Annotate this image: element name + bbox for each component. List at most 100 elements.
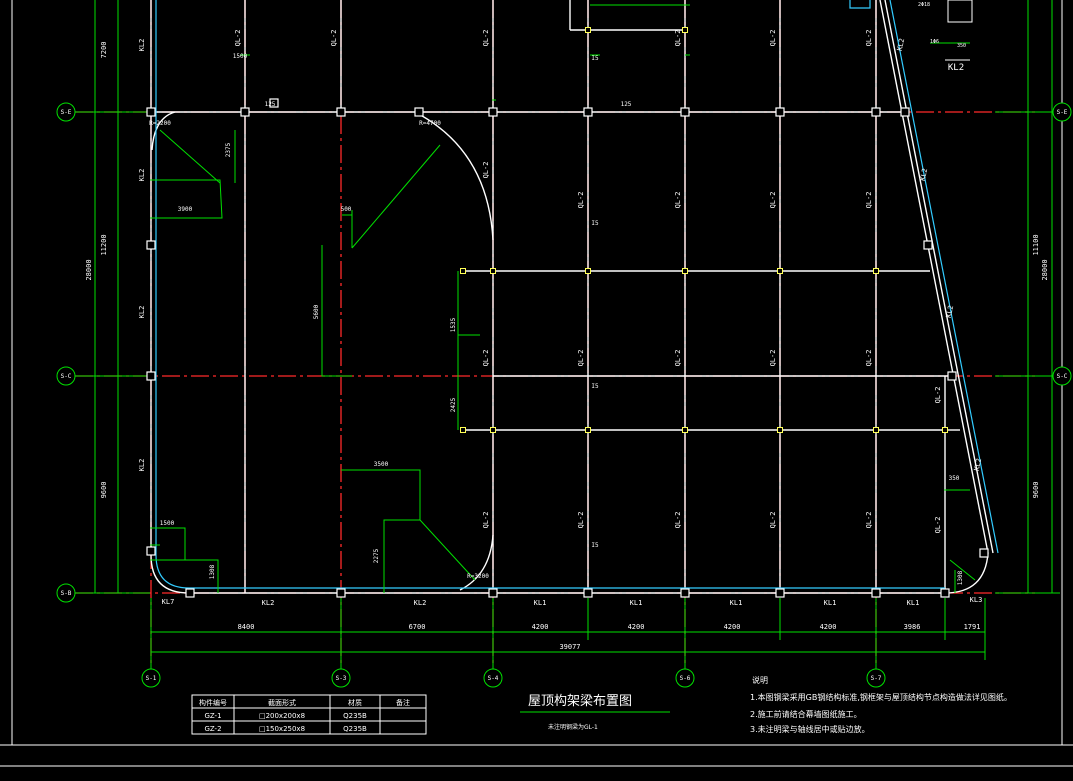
column-node (146, 107, 156, 117)
beam-joint (460, 268, 466, 274)
table-cell: □150x250x8 (259, 725, 305, 733)
dim-bottom-1: 8400 (238, 623, 255, 631)
beam-label-b9: KL3 (970, 596, 983, 604)
column-node (583, 588, 593, 598)
column-node (680, 107, 690, 117)
radius-label: R=4700 (419, 120, 441, 127)
axis-label-col-5: S-7 (871, 675, 882, 682)
detail-dim: 2375 (225, 142, 232, 157)
small-label: I5 (591, 542, 599, 549)
column-node (871, 107, 881, 117)
axis-label-row-3: S-B (61, 590, 72, 597)
dim-total: 39077 (559, 643, 580, 651)
beam-joint (942, 427, 948, 433)
axis-label-row-1: S-E (61, 109, 72, 116)
ql-label: QL-2 (769, 192, 777, 209)
note-line: 2.施工前请结合幕墙图纸施工。 (750, 709, 862, 719)
ql-label: QL-2 (482, 512, 490, 529)
column-node (583, 107, 593, 117)
column-node (871, 588, 881, 598)
column-node (146, 240, 156, 250)
beam-joint (460, 427, 466, 433)
beam-label-b1: KL7 (162, 598, 175, 606)
detail-dim: 3500 (374, 461, 389, 468)
dim-right-2: 9600 (1032, 482, 1040, 499)
beam-label-l4: KL2 (138, 459, 146, 472)
column-node (240, 107, 250, 117)
ql-label: QL-2 (934, 387, 942, 404)
column-node (680, 588, 690, 598)
ql-label: QL-2 (865, 30, 873, 47)
beam-joint (873, 427, 879, 433)
ql-label: QL-2 (769, 512, 777, 529)
axis-label-row-1-right: S-E (1057, 109, 1068, 116)
drawing-title: 屋顶构架梁布置图 (528, 694, 632, 709)
detail-dim: 350 (949, 475, 960, 482)
column-node (775, 588, 785, 598)
ql-label: QL-2 (482, 30, 490, 47)
beam-label-l1: KL2 (138, 39, 146, 52)
drawing-subtitle: 未注明钢梁为GL-1 (548, 723, 598, 731)
table-cell: GZ-2 (204, 725, 221, 733)
column-node (146, 371, 156, 381)
detail-dim: 5600 (313, 304, 320, 319)
beam-label-b3: KL2 (414, 599, 427, 607)
dim-bottom-4: 4200 (628, 623, 645, 631)
ql-label: QL-2 (674, 350, 682, 367)
small-label: I5 (591, 220, 599, 227)
column-node (414, 107, 424, 117)
beam-label-l2: KL2 (138, 169, 146, 182)
beam-joint (585, 427, 591, 433)
axis-label-row-2: S-C (61, 373, 72, 380)
column-node (185, 588, 195, 598)
beam-label-b7: KL1 (824, 599, 837, 607)
ql-label: QL-2 (769, 350, 777, 367)
column-node (488, 588, 498, 598)
small-label: I5 (591, 55, 599, 62)
detail-small-dim: 1Φ6 (930, 39, 939, 45)
detail-small-dim: 2Φ18 (918, 2, 930, 8)
table-cell: □200x200x8 (259, 712, 305, 720)
ql-label: QL-2 (577, 512, 585, 529)
dim-left-1: 7200 (100, 42, 108, 59)
beam-label-l3: KL2 (138, 306, 146, 319)
ql-label: QL-2 (482, 162, 490, 179)
column-node (900, 107, 910, 117)
table-header: 备注 (396, 698, 410, 707)
axis-label-row-2-right: S-C (1057, 373, 1068, 380)
table-cell: Q235B (343, 725, 367, 733)
table-cell: GZ-1 (204, 712, 221, 720)
dim-left-2: 11200 (100, 234, 108, 255)
note-line: 3.未注明梁与轴线居中或贴边放。 (750, 724, 870, 734)
ql-label: QL-2 (674, 192, 682, 209)
detail-dim: 1308 (209, 564, 216, 579)
column-node (940, 588, 950, 598)
detail-dim: 1535 (450, 317, 457, 332)
axis-label-col-1: S-1 (146, 675, 157, 682)
detail-dim: 3900 (178, 206, 193, 213)
table-header: 构件编号 (199, 698, 227, 707)
beam-joint (873, 268, 879, 274)
axis-label-col-2: S-3 (336, 675, 347, 682)
ql-label: QL-2 (865, 192, 873, 209)
detail-dim: 500 (341, 206, 352, 213)
axis-label-col-4: S-6 (680, 675, 691, 682)
table-header: 截面形式 (268, 698, 296, 707)
dim-bottom-5: 4200 (724, 623, 741, 631)
ql-label: QL-2 (674, 512, 682, 529)
column-node (336, 107, 346, 117)
dim-bottom-2: 6700 (409, 623, 426, 631)
ql-label: QL-2 (330, 30, 338, 47)
small-label: I5 (591, 383, 599, 390)
column-node (146, 546, 156, 556)
dim-right-1: 11100 (1032, 234, 1040, 255)
beam-joint (682, 268, 688, 274)
beam-joint (585, 27, 591, 33)
beam-joint (490, 268, 496, 274)
dim-bottom-3: 4200 (532, 623, 549, 631)
detail-dim: 1500 (160, 520, 175, 527)
detail-dim: 1308 (957, 570, 964, 585)
ql-label: QL-2 (769, 30, 777, 47)
beam-label-b8: KL1 (907, 599, 920, 607)
ql-label: QL-2 (234, 30, 242, 47)
